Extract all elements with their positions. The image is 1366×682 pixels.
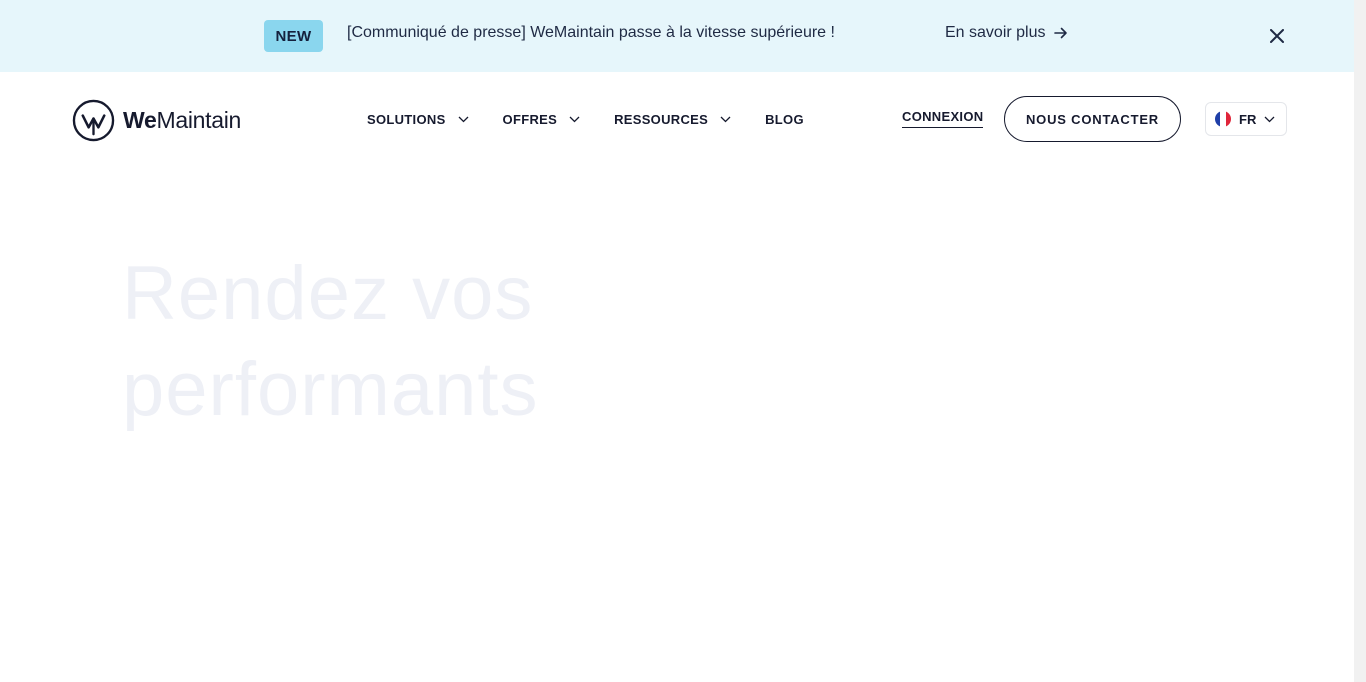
wemaintain-logo[interactable]: WeMaintain bbox=[72, 98, 241, 142]
language-label: FR bbox=[1239, 111, 1257, 127]
chevron-down-icon bbox=[720, 116, 731, 122]
nav-item-offres[interactable]: OFFRES bbox=[503, 112, 581, 127]
page: NEW [Communiqué de presse] WeMaintain pa… bbox=[0, 0, 1366, 682]
new-badge: NEW bbox=[264, 20, 323, 52]
login-link[interactable]: CONNEXION bbox=[902, 109, 984, 128]
nav-item-label: OFFRES bbox=[502, 111, 558, 127]
contact-button[interactable]: NOUS CONTACTER bbox=[1004, 96, 1181, 142]
chevron-down-icon bbox=[569, 116, 580, 122]
chevron-down-icon bbox=[458, 116, 469, 122]
nav-item-blog[interactable]: BLOG bbox=[765, 112, 804, 127]
arrow-right-icon bbox=[1053, 27, 1067, 39]
scrollbar[interactable] bbox=[1354, 0, 1366, 682]
learn-more-link[interactable]: En savoir plus bbox=[945, 24, 1068, 42]
learn-more-label: En savoir plus bbox=[945, 24, 1046, 41]
announcement-bar: NEW [Communiqué de presse] WeMaintain pa… bbox=[0, 0, 1354, 72]
nav-item-solutions[interactable]: SOLUTIONS bbox=[367, 112, 469, 127]
announcement-text: [Communiqué de presse] WeMaintain passe … bbox=[347, 24, 835, 41]
logo-wordmark: WeMaintain bbox=[123, 107, 241, 134]
france-flag-icon bbox=[1215, 111, 1231, 127]
hero-title-line-1: Rendez vos bbox=[122, 251, 534, 336]
close-announcement-button[interactable] bbox=[1266, 25, 1288, 47]
nav-item-label: SOLUTIONS bbox=[367, 111, 446, 127]
nav-item-ressources[interactable]: RESSOURCES bbox=[614, 112, 731, 127]
close-icon bbox=[1270, 29, 1284, 43]
hero-title-line-2: performants bbox=[122, 347, 539, 432]
wemaintain-logo-mark-icon bbox=[72, 99, 115, 141]
main-nav: SOLUTIONS OFFRES RESSOURCES BLOG bbox=[367, 108, 804, 130]
chevron-down-icon bbox=[1264, 116, 1275, 122]
logo-wordmark-bold: We bbox=[123, 106, 157, 133]
nav-item-label: BLOG bbox=[765, 111, 804, 127]
language-selector[interactable]: FR bbox=[1205, 102, 1287, 136]
hero-title: Rendez vos performants bbox=[122, 246, 722, 438]
nav-item-label: RESSOURCES bbox=[614, 111, 709, 127]
logo-wordmark-regular: Maintain bbox=[156, 106, 242, 133]
